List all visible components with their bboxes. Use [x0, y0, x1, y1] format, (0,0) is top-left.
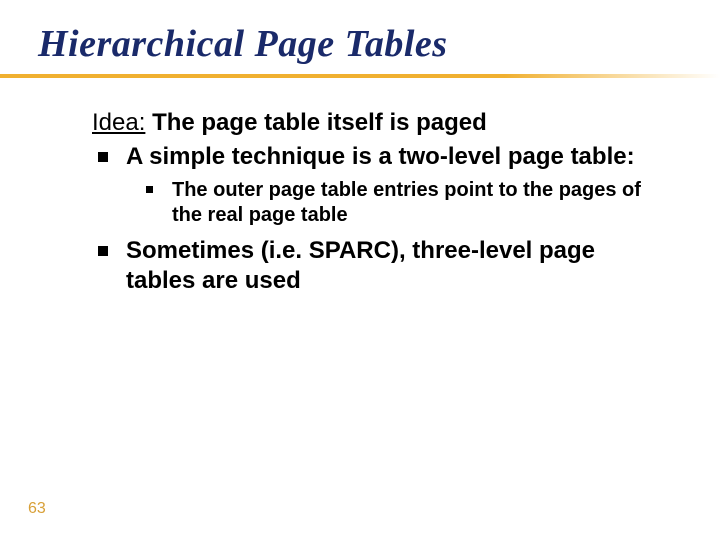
- bullet-text: A simple technique is a two-level page t…: [126, 143, 635, 170]
- page-number: 63: [28, 500, 46, 518]
- idea-label: Idea:: [92, 109, 145, 136]
- square-bullet-icon: [98, 246, 108, 256]
- bullet-level1: A simple technique is a two-level page t…: [92, 142, 662, 172]
- slide-title: Hierarchical Page Tables: [38, 22, 448, 66]
- bullet-text: The outer page table entries point to th…: [172, 179, 641, 226]
- slide: Hierarchical Page Tables Idea: The page …: [0, 0, 720, 540]
- title-underline: [0, 74, 720, 78]
- bullet-level1: Sometimes (i.e. SPARC), three-level page…: [92, 236, 662, 296]
- idea-text: The page table itself is paged: [152, 109, 487, 136]
- bullet-text: Sometimes (i.e. SPARC), three-level page…: [126, 237, 595, 294]
- bullet-level2: The outer page table entries point to th…: [140, 178, 662, 228]
- idea-line: Idea: The page table itself is paged: [92, 108, 662, 138]
- square-bullet-icon: [146, 186, 153, 193]
- slide-body: Idea: The page table itself is paged A s…: [92, 108, 662, 302]
- square-bullet-icon: [98, 152, 108, 162]
